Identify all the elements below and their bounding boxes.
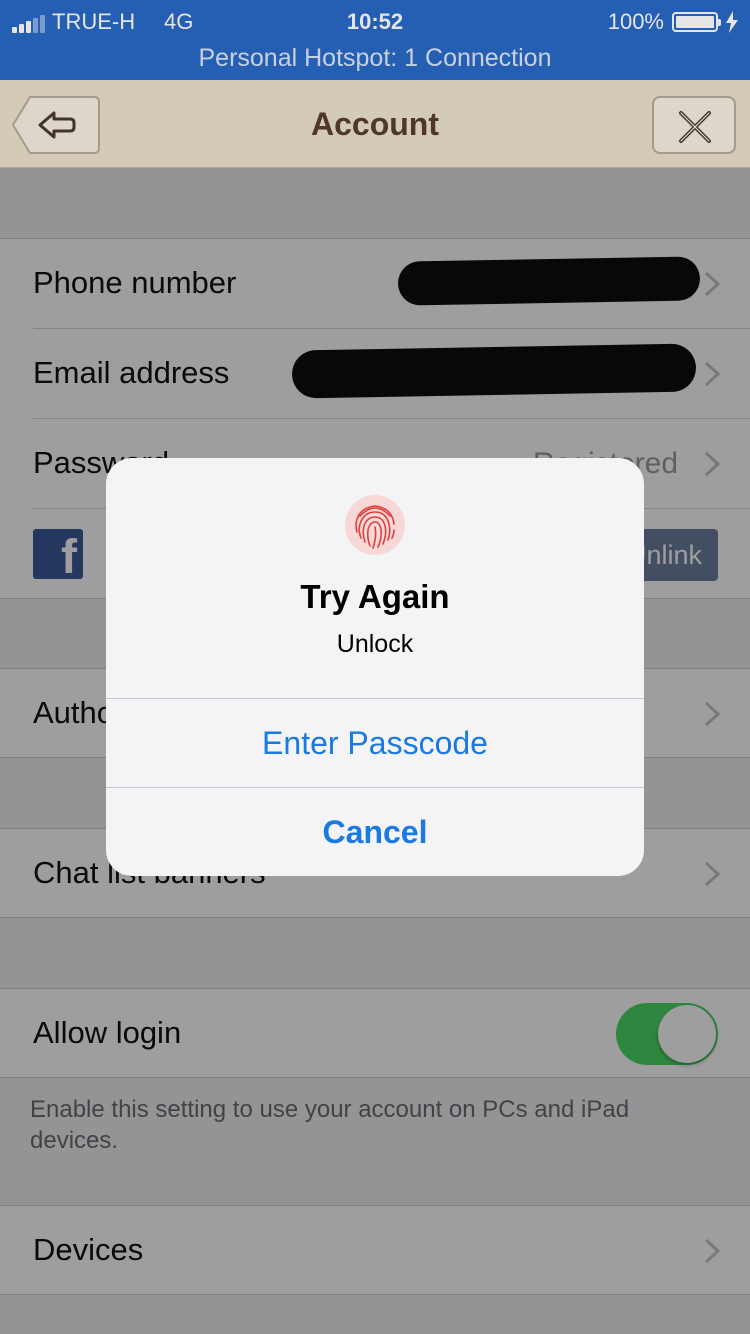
enter-passcode-button[interactable]: Enter Passcode (106, 699, 644, 787)
touch-id-alert: Try Again Unlock Enter Passcode Cancel (106, 458, 644, 876)
alert-message: Unlock (336, 630, 414, 658)
fingerprint-icon (345, 495, 405, 555)
dim-overlay-top (0, 0, 750, 168)
alert-title: Try Again (300, 578, 450, 615)
cancel-button[interactable]: Cancel (106, 788, 644, 876)
